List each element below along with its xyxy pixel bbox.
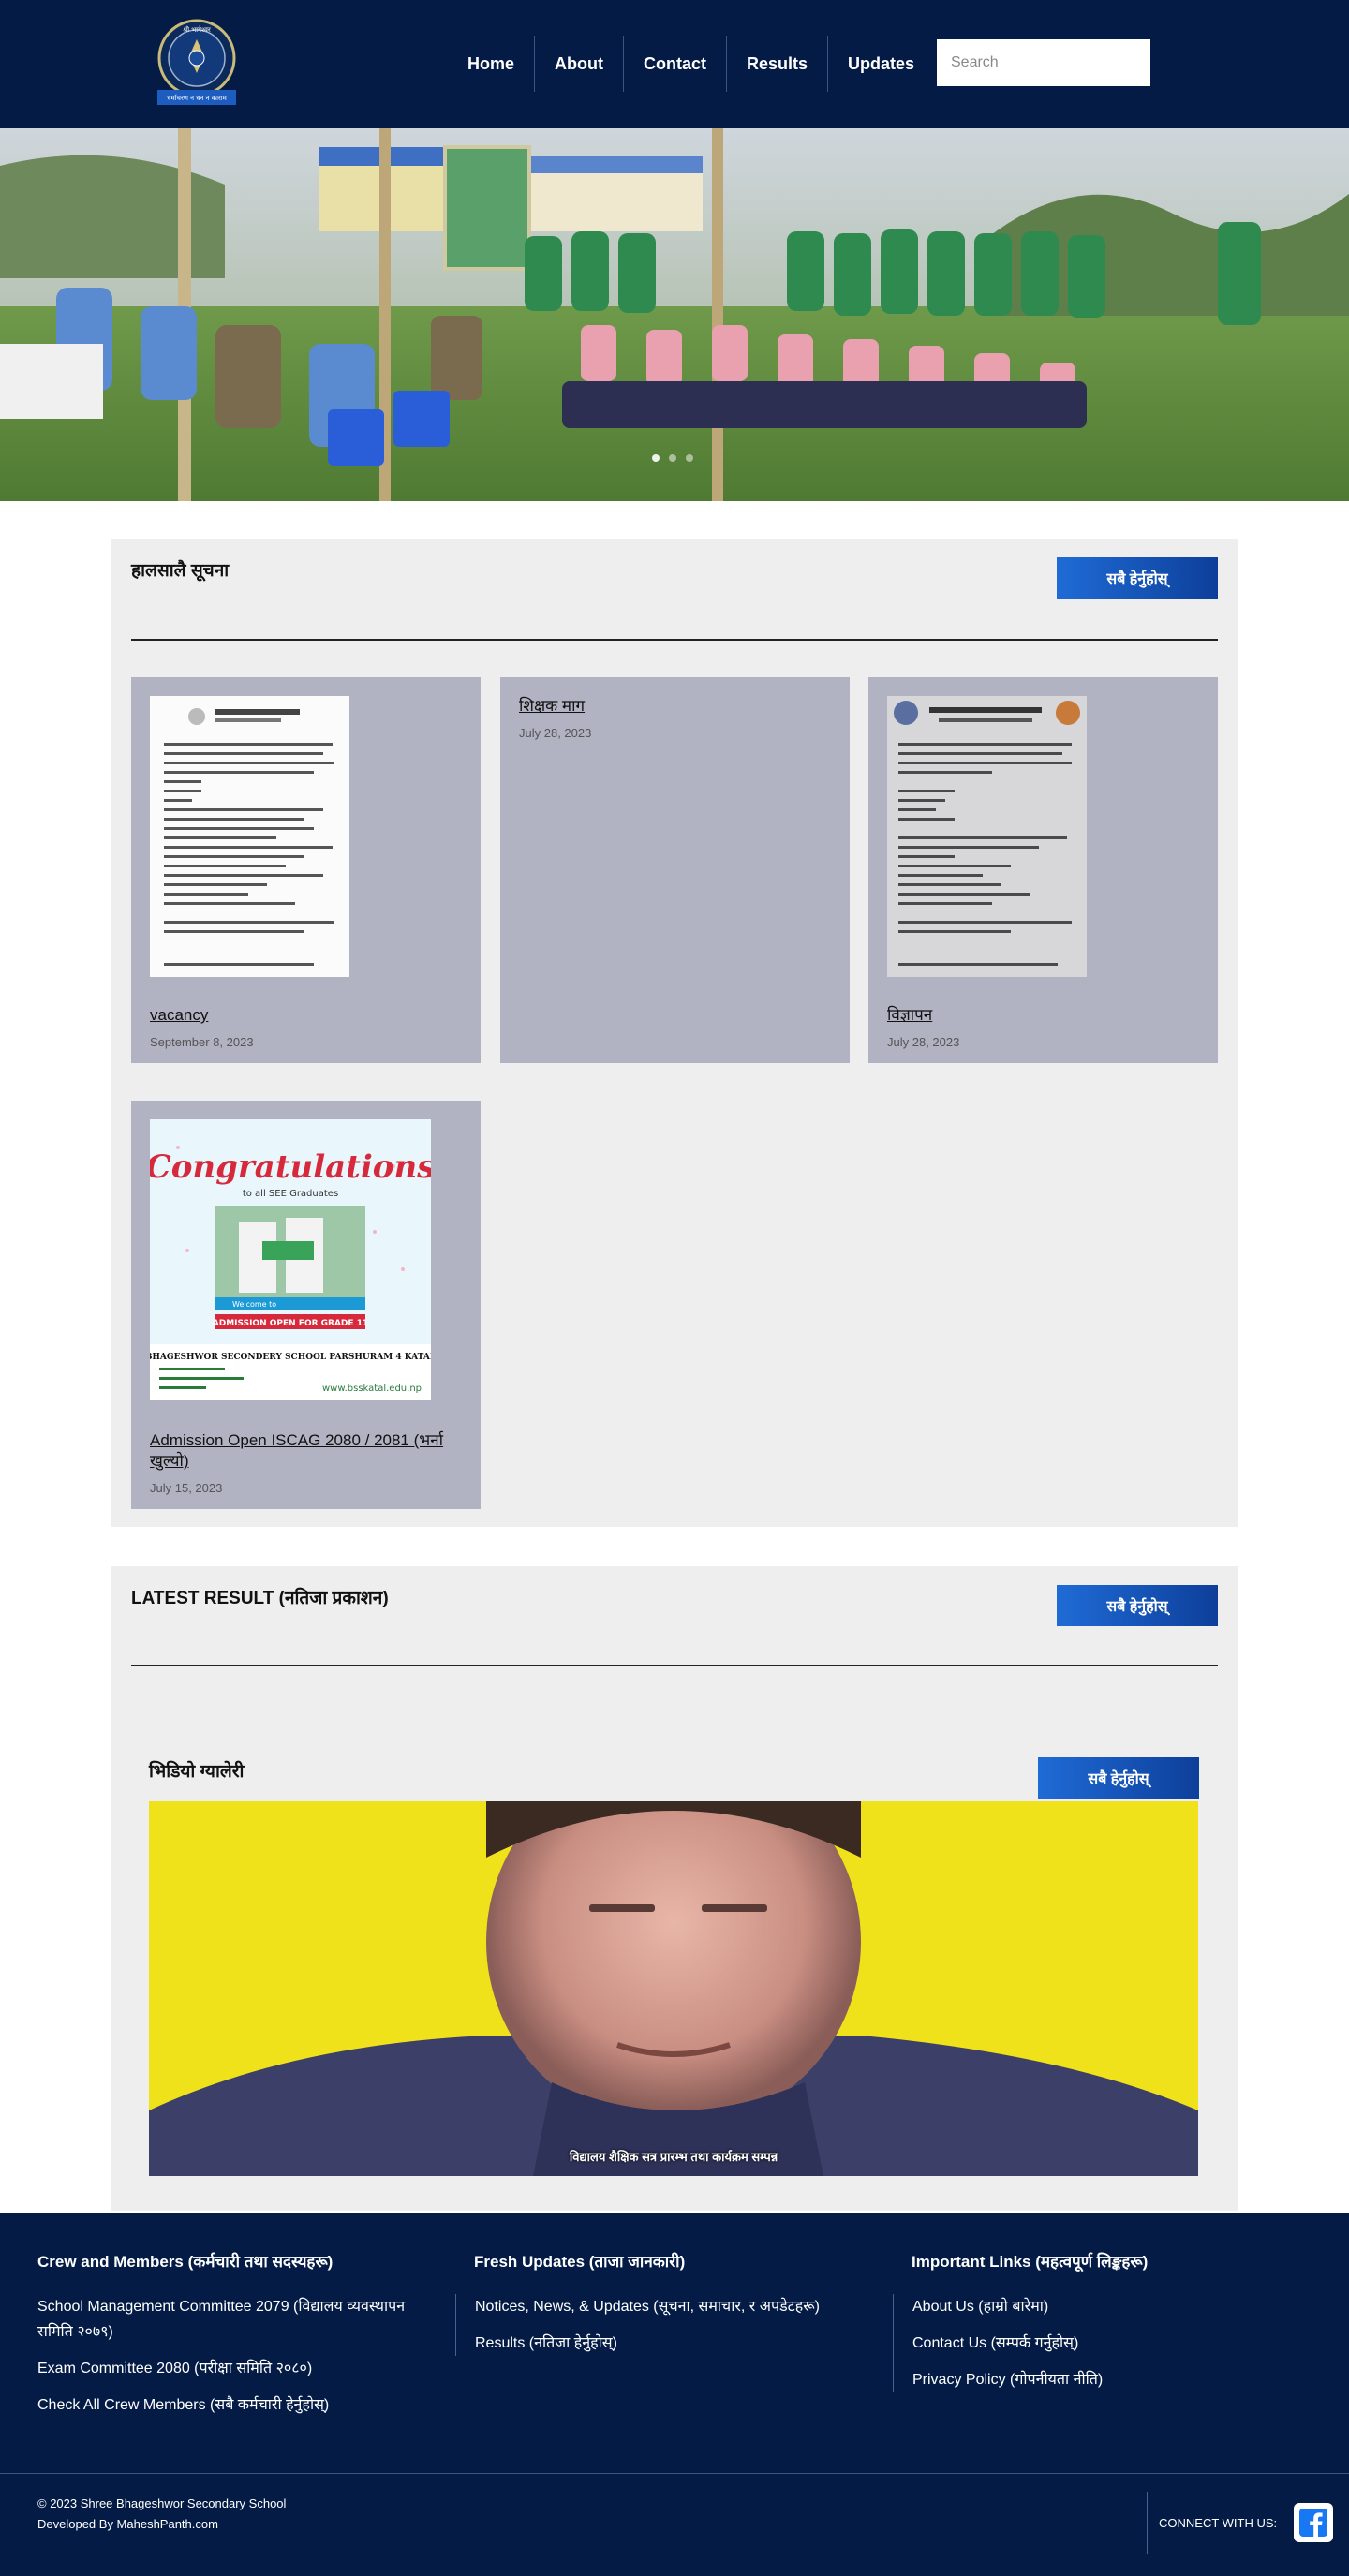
facebook-icon[interactable] (1294, 2503, 1334, 2542)
notice-title-link[interactable]: Admission Open ISCAG 2080 / 2081 (भर्ना … (150, 1430, 459, 1472)
footer-link-notices[interactable]: Notices, News, & Updates (सूचना, समाचार,… (475, 2294, 867, 2319)
divider (131, 639, 1218, 641)
footer-column-links: Important Links (महत्वपूर्ण लिङ्कहरू) Ab… (893, 2250, 1305, 2404)
results-view-all-button[interactable]: सबै हेर्नुहोस् (1057, 1585, 1218, 1626)
poster-subheading: to all SEE Graduates (243, 1189, 338, 1199)
video-thumbnail (149, 1801, 1198, 2176)
notice-date: July 28, 2023 (519, 726, 592, 740)
notice-title-link[interactable]: विज्ञापन (887, 1005, 1196, 1026)
footer-link-privacy[interactable]: Privacy Policy (गोपनीयता नीति) (912, 2367, 1305, 2392)
notice-card[interactable]: vacancy September 8, 2023 (131, 677, 481, 1063)
footer-copyright: © 2023 Shree Bhageshwor Secondary School… (37, 2494, 286, 2535)
notice-card[interactable]: Congratulations to all SEE Graduates Wel… (131, 1101, 481, 1509)
video-caption: विद्यालय शैक्षिक सत्र प्रारम्भ तथा कार्य… (569, 2150, 778, 2164)
footer-link-exam-committee[interactable]: Exam Committee 2080 (परीक्षा समिति २०८०) (37, 2356, 431, 2381)
hero-image (0, 128, 1349, 501)
results-title: LATEST RESULT (नतिजा प्रकाशन) (131, 1589, 389, 1608)
social-connect: CONNECT WITH US: (1147, 2492, 1334, 2554)
footer-link-contact[interactable]: Contact Us (सम्पर्क गर्नुहोस्) (912, 2331, 1305, 2356)
poster-school: BHAGESHWOR SECONDERY SCHOOL PARSHURAM 4 … (150, 1353, 431, 1362)
notice-title-link[interactable]: शिक्षक माग (519, 696, 828, 717)
svg-text:श्री भागेश्वर: श्री भागेश्वर (183, 25, 211, 34)
school-logo[interactable]: श्री भागेश्वर धर्माचरण न धन न काराम (150, 19, 244, 109)
nav-updates[interactable]: Updates (828, 36, 934, 92)
notices-section: हालसालै सूचना सबै हेर्नुहोस् vacancy Sep… (111, 539, 1238, 1527)
notice-card[interactable]: विज्ञापन July 28, 2023 (868, 677, 1218, 1063)
notice-date: September 8, 2023 (150, 1035, 254, 1049)
video-gallery-title: भिडियो ग्यालेरी (149, 1762, 245, 1782)
poster-heading: Congratulations (150, 1148, 431, 1186)
nav-contact[interactable]: Contact (624, 36, 727, 92)
footer-heading: Fresh Updates (ताजा जानकारी) (474, 2253, 686, 2271)
footer-column-crew: Crew and Members (कर्मचारी तथा सदस्यहरू)… (37, 2250, 431, 2429)
site-footer: Crew and Members (कर्मचारी तथा सदस्यहरू)… (0, 2213, 1349, 2576)
footer-link-about[interactable]: About Us (हाम्रो बारेमा) (912, 2294, 1305, 2319)
poster-banner: ADMISSION OPEN FOR GRADE 11 (213, 1319, 368, 1328)
video-player[interactable]: विद्यालय शैक्षिक सत्र प्रारम्भ तथा कार्य… (149, 1801, 1198, 2176)
nav-results[interactable]: Results (727, 36, 829, 92)
notice-title-link[interactable]: vacancy (150, 1005, 459, 1026)
footer-heading: Crew and Members (कर्मचारी तथा सदस्यहरू) (37, 2253, 334, 2271)
footer-divider (0, 2473, 1349, 2474)
connect-label: CONNECT WITH US: (1159, 2515, 1278, 2530)
poster-welcome: Welcome to (232, 1300, 276, 1309)
footer-link-smc[interactable]: School Management Committee 2079 (विद्या… (37, 2294, 431, 2345)
nav-about[interactable]: About (535, 36, 624, 92)
logo-motto: धर्माचरण न धन न काराम (167, 94, 227, 102)
notice-date: July 28, 2023 (887, 1035, 960, 1049)
footer-link-results[interactable]: Results (नतिजा हेर्नुहोस्) (475, 2331, 867, 2356)
hero-slider[interactable] (0, 128, 1349, 501)
copyright-text: © 2023 Shree Bhageshwor Secondary School (37, 2496, 287, 2510)
nav-home[interactable]: Home (448, 36, 536, 92)
slider-dot[interactable] (669, 454, 676, 462)
footer-column-updates: Fresh Updates (ताजा जानकारी) Notices, Ne… (455, 2250, 867, 2367)
main-nav: Home About Contact Results Updates (448, 36, 934, 92)
search-input[interactable] (937, 39, 1150, 86)
developer-credit: Developed By MaheshPanth.com (37, 2517, 218, 2531)
site-header: श्री भागेश्वर धर्माचरण न धन न काराम Home… (0, 0, 1349, 128)
notice-thumbnail[interactable] (150, 696, 349, 982)
slider-dot[interactable] (652, 454, 660, 462)
notice-thumbnail[interactable] (887, 696, 1087, 982)
notice-date: July 15, 2023 (150, 1481, 223, 1495)
slider-dot[interactable] (686, 454, 693, 462)
notices-title: हालसालै सूचना (131, 561, 230, 581)
video-view-all-button[interactable]: सबै हेर्नुहोस् (1038, 1757, 1199, 1799)
results-section: LATEST RESULT (नतिजा प्रकाशन) सबै हेर्नु… (111, 1566, 1238, 2211)
notices-view-all-button[interactable]: सबै हेर्नुहोस् (1057, 557, 1218, 599)
footer-link-all-crew[interactable]: Check All Crew Members (सबै कर्मचारी हेर… (37, 2392, 431, 2418)
notice-card[interactable]: शिक्षक माग July 28, 2023 (500, 677, 850, 1063)
notice-thumbnail[interactable]: Congratulations to all SEE Graduates Wel… (145, 1119, 437, 1405)
footer-heading: Important Links (महत्वपूर्ण लिङ्कहरू) (912, 2253, 1149, 2271)
divider (131, 1665, 1218, 1666)
poster-web: www.bsskatal.edu.np (322, 1384, 422, 1394)
